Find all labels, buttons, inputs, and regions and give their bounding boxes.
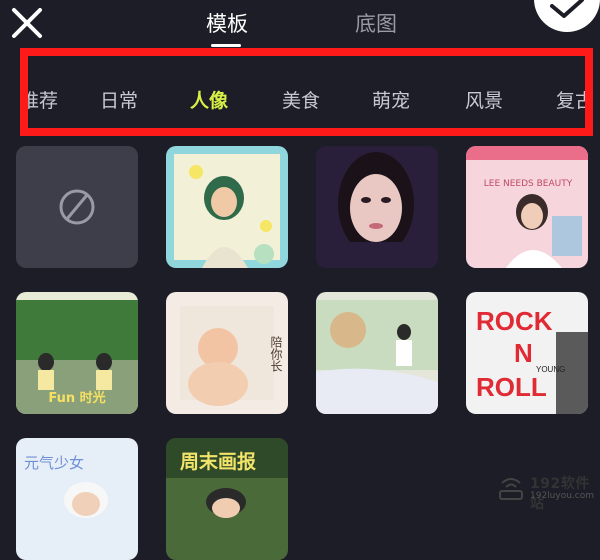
- template-thumbnail: [316, 146, 438, 268]
- watermark: 192软件站 192luyou.com: [496, 469, 595, 512]
- template-text: Fun 时光: [48, 390, 105, 406]
- template-thumbnail: LEE NEEDS BEAUTY: [466, 146, 588, 268]
- template-card-5[interactable]: 陪你长: [166, 292, 288, 414]
- template-card-9[interactable]: 周末画报: [166, 438, 288, 560]
- check-icon: [550, 0, 584, 18]
- category-food[interactable]: 美食: [282, 86, 320, 113]
- category-daily[interactable]: 日常: [100, 86, 138, 113]
- no-template-icon: [59, 189, 95, 225]
- category-pets[interactable]: 萌宠: [372, 86, 410, 113]
- category-landscape[interactable]: 风景: [465, 86, 503, 113]
- template-none[interactable]: [16, 146, 138, 268]
- template-card-8[interactable]: 元气少女: [16, 438, 138, 560]
- template-card-7[interactable]: ROCK N ROLL YOUNG: [466, 292, 588, 414]
- tab-template[interactable]: 模板: [206, 8, 248, 38]
- template-card-4[interactable]: Fun 时光: [16, 292, 138, 414]
- tab-indicator: [211, 44, 241, 47]
- svg-text:ROLL: ROLL: [476, 372, 547, 402]
- template-thumbnail: 陪你长: [166, 292, 288, 414]
- template-thumbnail: [166, 146, 288, 268]
- tab-background[interactable]: 底图: [355, 8, 397, 38]
- category-row: 推荐 日常 人像 美食 萌宠 风景 复古: [0, 58, 600, 138]
- tab-bar: 模板 底图: [0, 8, 600, 47]
- template-card-2[interactable]: [316, 146, 438, 268]
- watermark-subtitle: 192luyou.com: [530, 491, 595, 501]
- template-card-6[interactable]: [316, 292, 438, 414]
- router-icon: [499, 478, 523, 500]
- template-thumbnail: [316, 292, 438, 414]
- svg-text:ROCK: ROCK: [476, 306, 553, 336]
- template-thumbnail: ROCK N ROLL YOUNG: [466, 292, 588, 414]
- template-text: 陪你长: [269, 335, 283, 372]
- category-portrait[interactable]: 人像: [190, 86, 228, 113]
- category-recommend[interactable]: 推荐: [20, 86, 58, 113]
- category-retro[interactable]: 复古: [556, 86, 594, 113]
- template-text: LEE NEEDS BEAUTY: [484, 179, 573, 189]
- template-card-3[interactable]: LEE NEEDS BEAUTY: [466, 146, 588, 268]
- template-text: 周末画报: [180, 450, 256, 473]
- template-card-1[interactable]: [166, 146, 288, 268]
- template-thumbnail: Fun 时光: [16, 292, 138, 414]
- template-text: 元气少女: [24, 454, 84, 472]
- template-subtext: YOUNG: [536, 365, 565, 374]
- svg-text:N: N: [514, 338, 533, 368]
- template-thumbnail: 元气少女: [16, 438, 138, 560]
- confirm-button[interactable]: [534, 0, 600, 32]
- template-thumbnail: 周末画报: [166, 438, 288, 560]
